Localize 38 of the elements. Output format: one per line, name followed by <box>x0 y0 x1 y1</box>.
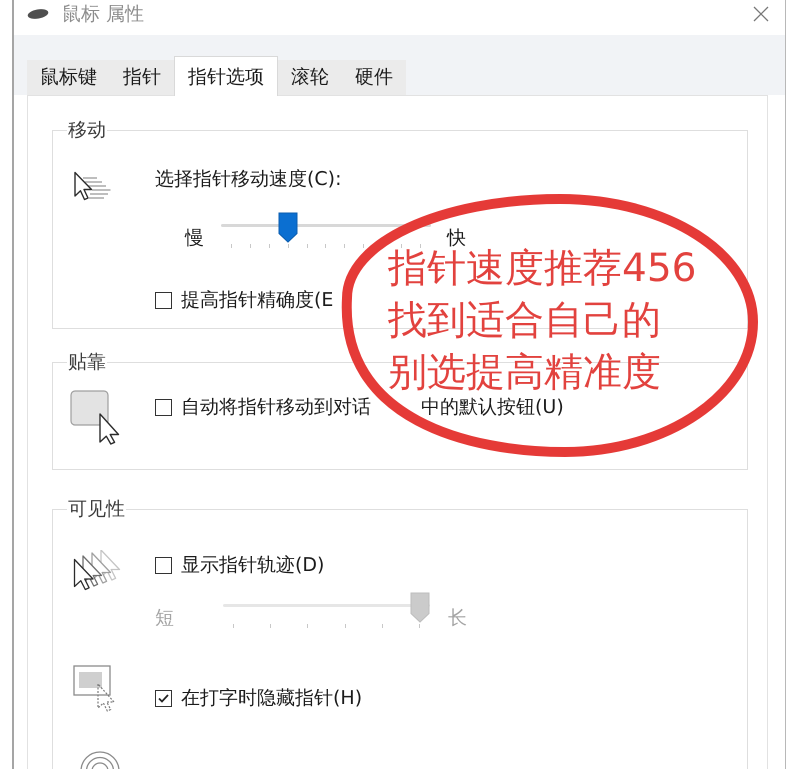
target-circles-icon <box>80 750 120 769</box>
trail-slider[interactable] <box>223 592 430 628</box>
tab[interactable]: 硬件 <box>342 60 406 95</box>
checkmark-icon <box>158 694 169 702</box>
checkbox-label[interactable]: 自动将指针移动到对话 <box>181 398 371 416</box>
checkbox[interactable] <box>155 292 172 308</box>
checkbox[interactable] <box>155 690 172 706</box>
cursor-trail-icon <box>73 550 121 591</box>
close-icon <box>753 6 769 22</box>
group-title: 贴靠 <box>67 351 107 373</box>
button-cursor-icon <box>70 390 120 445</box>
group-title: 移动 <box>67 119 107 141</box>
annotation-text: 别选提高精准度 <box>388 353 661 393</box>
tab[interactable]: 指针选项 <box>174 56 278 96</box>
slider-thumb[interactable] <box>278 212 298 243</box>
group-title: 可见性 <box>67 498 126 520</box>
checkbox-label[interactable]: 中的默认按钮(U) <box>421 398 564 416</box>
tab[interactable]: 指针 <box>110 60 174 95</box>
checkbox-label[interactable]: 在打字时隐藏指针(H) <box>181 688 362 708</box>
slider-label: 选择指针移动速度(C): <box>155 168 342 190</box>
cursor-motion-icon <box>73 171 112 201</box>
slider-max-label: 快 <box>447 228 466 248</box>
annotation-text: 指针速度推荐456 <box>388 249 696 289</box>
checkbox[interactable] <box>155 556 172 574</box>
checkbox-label[interactable]: 显示指针轨迹(D) <box>181 555 324 575</box>
speed-slider[interactable] <box>221 212 431 248</box>
tab[interactable]: 鼠标键 <box>27 60 110 95</box>
annotation-text: 找到适合自己的 <box>388 301 661 341</box>
checkbox[interactable] <box>155 398 172 416</box>
checkbox-label[interactable]: 提高指针精确度(E <box>181 290 334 310</box>
mouse-icon <box>27 8 49 20</box>
slider-min-label: 短 <box>155 608 174 628</box>
close-button[interactable] <box>753 6 769 22</box>
slider-max-label: 长 <box>448 608 467 628</box>
window-cursor-icon <box>73 665 115 712</box>
tab[interactable]: 滚轮 <box>278 60 342 95</box>
window-title: 鼠标 属性 <box>62 2 144 26</box>
slider-min-label: 慢 <box>185 228 204 248</box>
